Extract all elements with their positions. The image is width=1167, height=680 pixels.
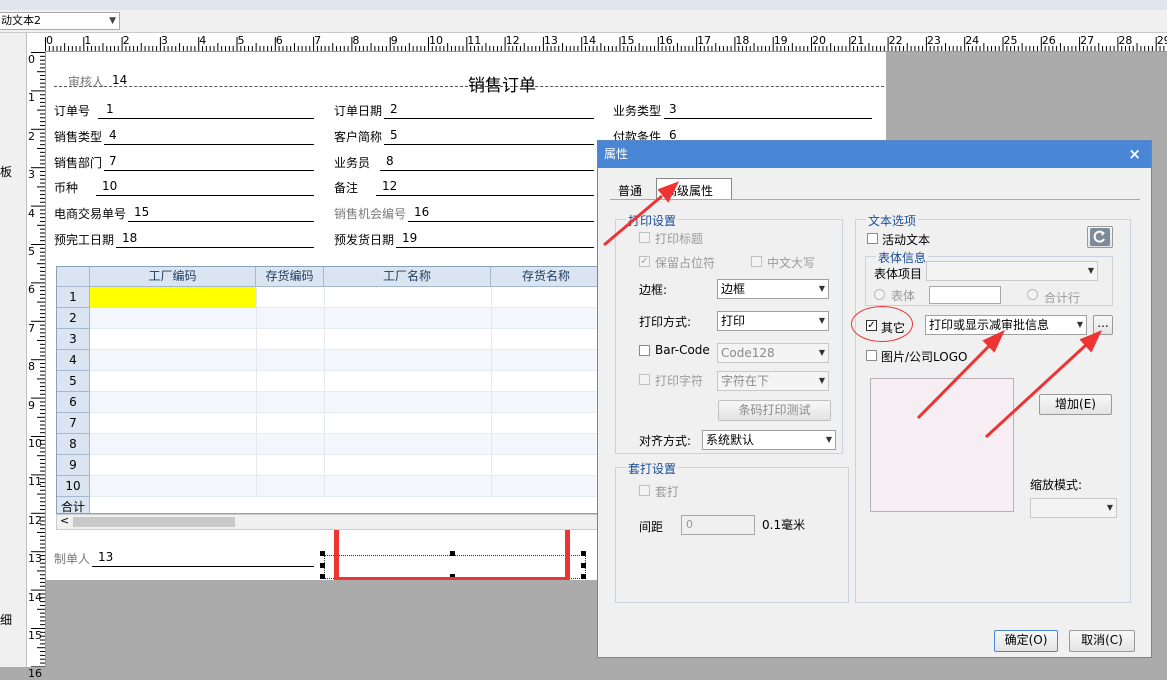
arrow-to-advanced-tab (603, 194, 663, 247)
arrow-to-other-select (916, 344, 991, 420)
annotation-arrows (603, 181, 1103, 439)
ruler-number: 16 (28, 667, 42, 680)
arrow-to-more-button (984, 343, 1088, 439)
